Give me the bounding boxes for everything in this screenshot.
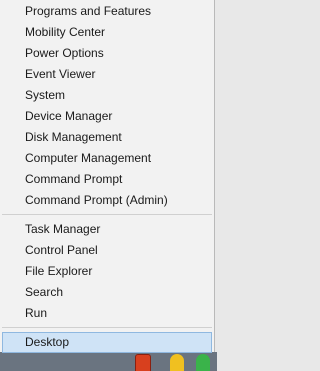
taskbar xyxy=(0,352,217,371)
menu-item-command-prompt[interactable]: Command Prompt xyxy=(0,169,214,190)
menu-item-power-options[interactable]: Power Options xyxy=(0,43,214,64)
menu-item-control-panel[interactable]: Control Panel xyxy=(0,240,214,261)
menu-item-file-explorer[interactable]: File Explorer xyxy=(0,261,214,282)
menu-item-desktop[interactable]: Desktop xyxy=(2,332,212,353)
menu-item-search[interactable]: Search xyxy=(0,282,214,303)
menu-item-command-prompt-admin[interactable]: Command Prompt (Admin) xyxy=(0,190,214,211)
app-icon-yellow[interactable] xyxy=(170,354,184,371)
menu-item-event-viewer[interactable]: Event Viewer xyxy=(0,64,214,85)
app-icon-red[interactable] xyxy=(135,354,151,371)
menu-item-computer-management[interactable]: Computer Management xyxy=(0,148,214,169)
menu-item-system[interactable]: System xyxy=(0,85,214,106)
menu-separator xyxy=(2,327,212,328)
menu-item-disk-management[interactable]: Disk Management xyxy=(0,127,214,148)
desktop-stage: Programs and Features Mobility Center Po… xyxy=(0,0,217,371)
menu-item-task-manager[interactable]: Task Manager xyxy=(0,219,214,240)
chrome-icon[interactable] xyxy=(196,354,210,371)
menu-item-run[interactable]: Run xyxy=(0,303,214,324)
power-user-menu: Programs and Features Mobility Center Po… xyxy=(0,0,215,353)
menu-item-programs-and-features[interactable]: Programs and Features xyxy=(0,1,214,22)
menu-separator xyxy=(2,214,212,215)
menu-item-mobility-center[interactable]: Mobility Center xyxy=(0,22,214,43)
menu-item-device-manager[interactable]: Device Manager xyxy=(0,106,214,127)
